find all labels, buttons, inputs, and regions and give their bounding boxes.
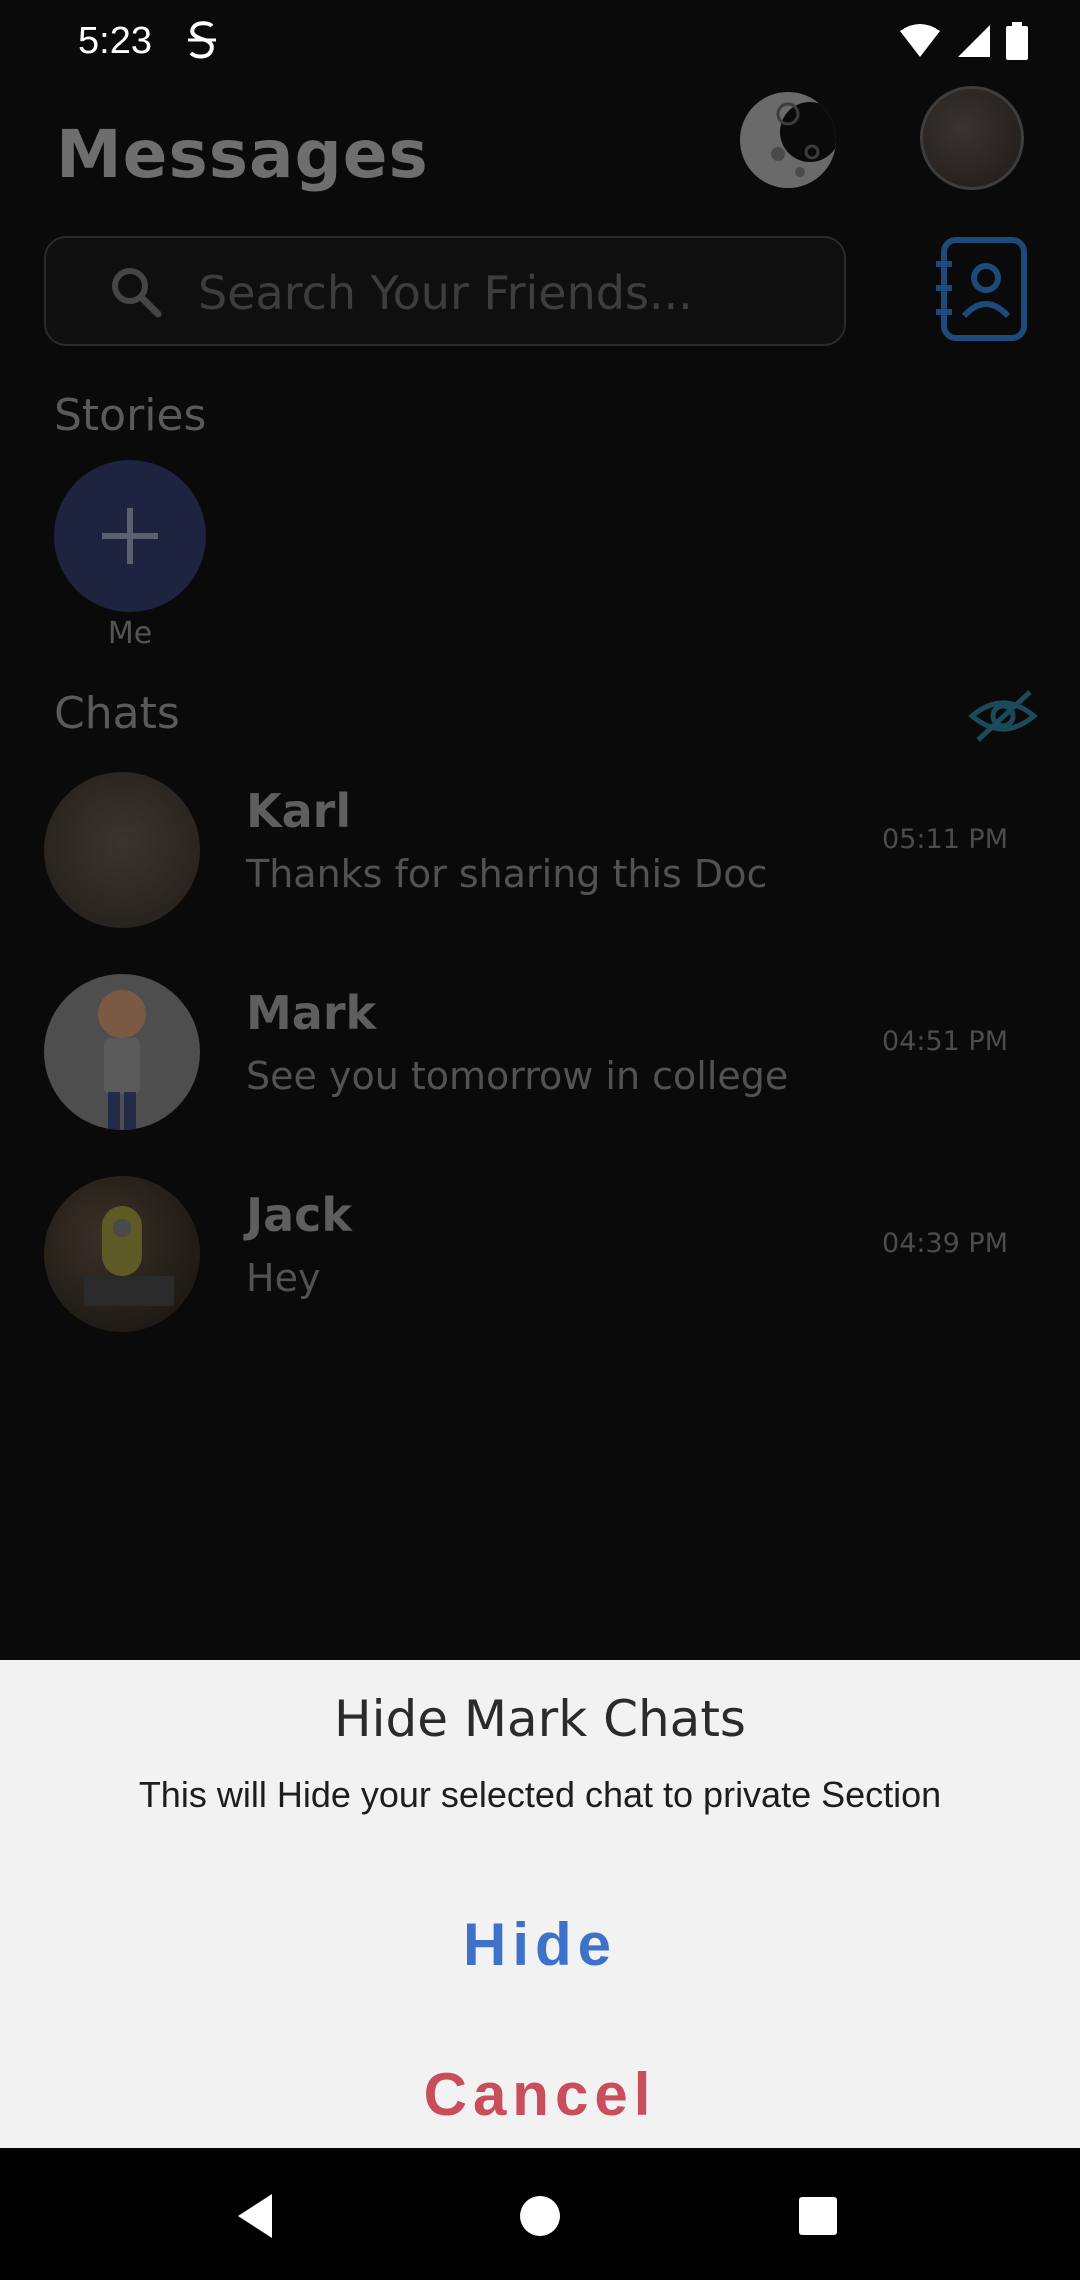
chat-name: Karl (246, 784, 352, 838)
search-placeholder: Search Your Friends... (198, 266, 693, 320)
signal-icon (958, 25, 990, 57)
chats-label: Chats (54, 688, 180, 739)
back-icon[interactable] (228, 2186, 288, 2246)
eye-off-icon (968, 690, 1038, 742)
add-story-button[interactable] (54, 460, 206, 612)
stories-label: Stories (54, 390, 207, 441)
status-bar: 5:23 (0, 0, 1080, 86)
chat-time: 04:51 PM (882, 1026, 1008, 1057)
home-icon[interactable] (510, 2186, 570, 2246)
dialog-message: This will Hide your selected chat to pri… (138, 1774, 942, 1815)
chat-message: See you tomorrow in college (246, 1054, 789, 1098)
chat-message: Thanks for sharing this Doc (246, 852, 768, 896)
chat-name: Jack (246, 1188, 353, 1242)
cartoon-boy-avatar (98, 990, 146, 1130)
page-title: Messages (56, 116, 429, 193)
cancel-button[interactable]: Cancel (0, 2060, 1080, 2129)
dialog-title: Hide Mark Chats (334, 1690, 746, 1748)
chat-name: Mark (246, 986, 377, 1040)
chat-row-jack[interactable]: Jack Hey 04:39 PM (0, 1152, 1080, 1354)
system-nav-bar (0, 2148, 1080, 2280)
hidden-chats-button[interactable] (968, 686, 1038, 746)
search-input[interactable]: Search Your Friends... (44, 236, 846, 346)
sim-icon (188, 21, 216, 59)
theme-toggle-button[interactable] (740, 92, 836, 188)
chat-time: 04:39 PM (882, 1228, 1008, 1259)
avatar (44, 974, 200, 1130)
hide-button[interactable]: Hide (0, 1910, 1080, 1979)
search-icon (112, 268, 162, 318)
chat-time: 05:11 PM (882, 824, 1008, 855)
moon-icon (740, 92, 836, 188)
avatar (44, 772, 200, 928)
battery-icon (1006, 22, 1028, 60)
recents-icon[interactable] (788, 2186, 848, 2246)
contacts-book-icon (936, 237, 1027, 341)
contacts-button[interactable] (934, 236, 1030, 342)
plus-icon (102, 508, 158, 564)
wifi-icon (900, 24, 940, 57)
messages-screen: Messages Search Your Friends... Stories (0, 86, 1080, 1660)
status-time: 5:23 (78, 20, 152, 62)
status-icons (898, 22, 1028, 60)
chat-message: Hey (246, 1256, 321, 1300)
avatar (44, 1176, 200, 1332)
hide-chat-dialog: Hide Mark Chats This will Hide your sele… (0, 1660, 1080, 2148)
chat-row-mark[interactable]: Mark See you tomorrow in college 04:51 P… (0, 950, 1080, 1152)
profile-avatar[interactable] (920, 86, 1024, 190)
story-me-label: Me (107, 616, 153, 651)
chat-row-karl[interactable]: Karl Thanks for sharing this Doc 05:11 P… (0, 748, 1080, 950)
minion-avatar (84, 1206, 174, 1306)
